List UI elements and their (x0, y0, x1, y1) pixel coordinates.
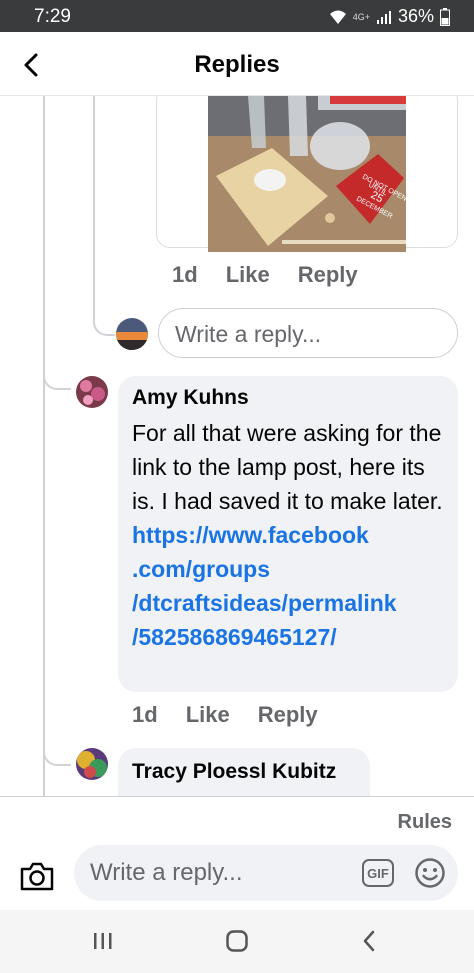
comment-input-placeholder: Write a reply... (90, 859, 243, 886)
status-icons: 4G+ 36% (329, 6, 450, 27)
comment-bubble[interactable]: Amy Kuhns For all that were asking for t… (118, 376, 458, 692)
comment-timestamp: 1d (132, 702, 158, 727)
attached-photo[interactable]: DO NOT OPEN UNTIL 25 DECEMBER (208, 96, 406, 252)
back-icon (363, 930, 375, 952)
thread-line-inner (93, 96, 95, 316)
comment-link-line[interactable]: /582586869465127/ (132, 620, 444, 654)
emoji-button[interactable] (414, 857, 446, 889)
camera-icon (20, 862, 54, 891)
network-label: 4G+ (352, 11, 370, 22)
status-time: 7:29 (34, 6, 71, 27)
wifi-icon (329, 10, 346, 24)
comment-author[interactable]: Amy Kuhns (132, 386, 444, 410)
comment-link-line[interactable]: .com/groups (132, 552, 444, 586)
gif-button[interactable]: GIF (362, 859, 394, 887)
like-button[interactable]: Like (186, 702, 230, 728)
sunset-avatar-image (116, 318, 148, 350)
comment-text: For all that were asking for the link to… (132, 420, 443, 514)
author-avatar[interactable] (76, 376, 108, 408)
recents-icon (94, 933, 112, 949)
thread-connector (43, 736, 71, 766)
rules-link[interactable]: Rules (398, 811, 452, 834)
status-bar: 7:29 4G+ 36% (0, 0, 474, 32)
signal-icon (376, 10, 391, 24)
comment-bubble[interactable]: Tracy Ploessl Kubitz (118, 748, 370, 796)
home-icon (226, 930, 248, 952)
comment-input[interactable]: Write a reply... GIF (74, 845, 458, 901)
comment-actions: 1d Like Reply (132, 702, 346, 728)
reply-button[interactable]: Reply (258, 702, 318, 728)
reply-composer: Rules Write a reply... GIF (0, 796, 474, 910)
header: Replies (0, 32, 474, 96)
current-user-avatar (116, 318, 148, 350)
reply-thread[interactable]: DO NOT OPEN UNTIL 25 DECEMBER 1d Like Re… (0, 96, 474, 796)
system-back-button[interactable] (352, 926, 386, 956)
recents-button[interactable] (86, 926, 120, 956)
thread-connector (93, 306, 115, 336)
flowers-avatar-image (76, 376, 108, 408)
comment-author[interactable]: Tracy Ploessl Kubitz (132, 760, 356, 784)
page-title: Replies (194, 51, 280, 78)
battery-icon (440, 7, 450, 26)
reply-input[interactable]: Write a reply... (158, 308, 458, 358)
battery-percent: 36% (397, 6, 434, 26)
reply-timestamp: 1d (172, 262, 198, 287)
reply-button[interactable]: Reply (298, 262, 358, 288)
thread-connector (43, 366, 71, 390)
colorful-avatar-image (76, 748, 108, 780)
author-avatar[interactable] (76, 748, 108, 780)
reply-actions: 1d Like Reply (172, 262, 386, 288)
smiley-icon (415, 858, 445, 888)
system-navigation-bar (0, 910, 474, 973)
like-button[interactable]: Like (226, 262, 270, 288)
comment-link-line[interactable]: /dtcraftsideas/permalink (132, 586, 444, 620)
thread-line-outer (43, 96, 45, 796)
camera-button[interactable] (18, 859, 56, 893)
photo-illustration: DO NOT OPEN UNTIL 25 DECEMBER (208, 96, 406, 252)
home-button[interactable] (220, 926, 254, 956)
comment-link[interactable]: https://www.facebook .com/groups /dtcraf… (132, 518, 444, 654)
comment-link-line[interactable]: https://www.facebook (132, 518, 444, 552)
